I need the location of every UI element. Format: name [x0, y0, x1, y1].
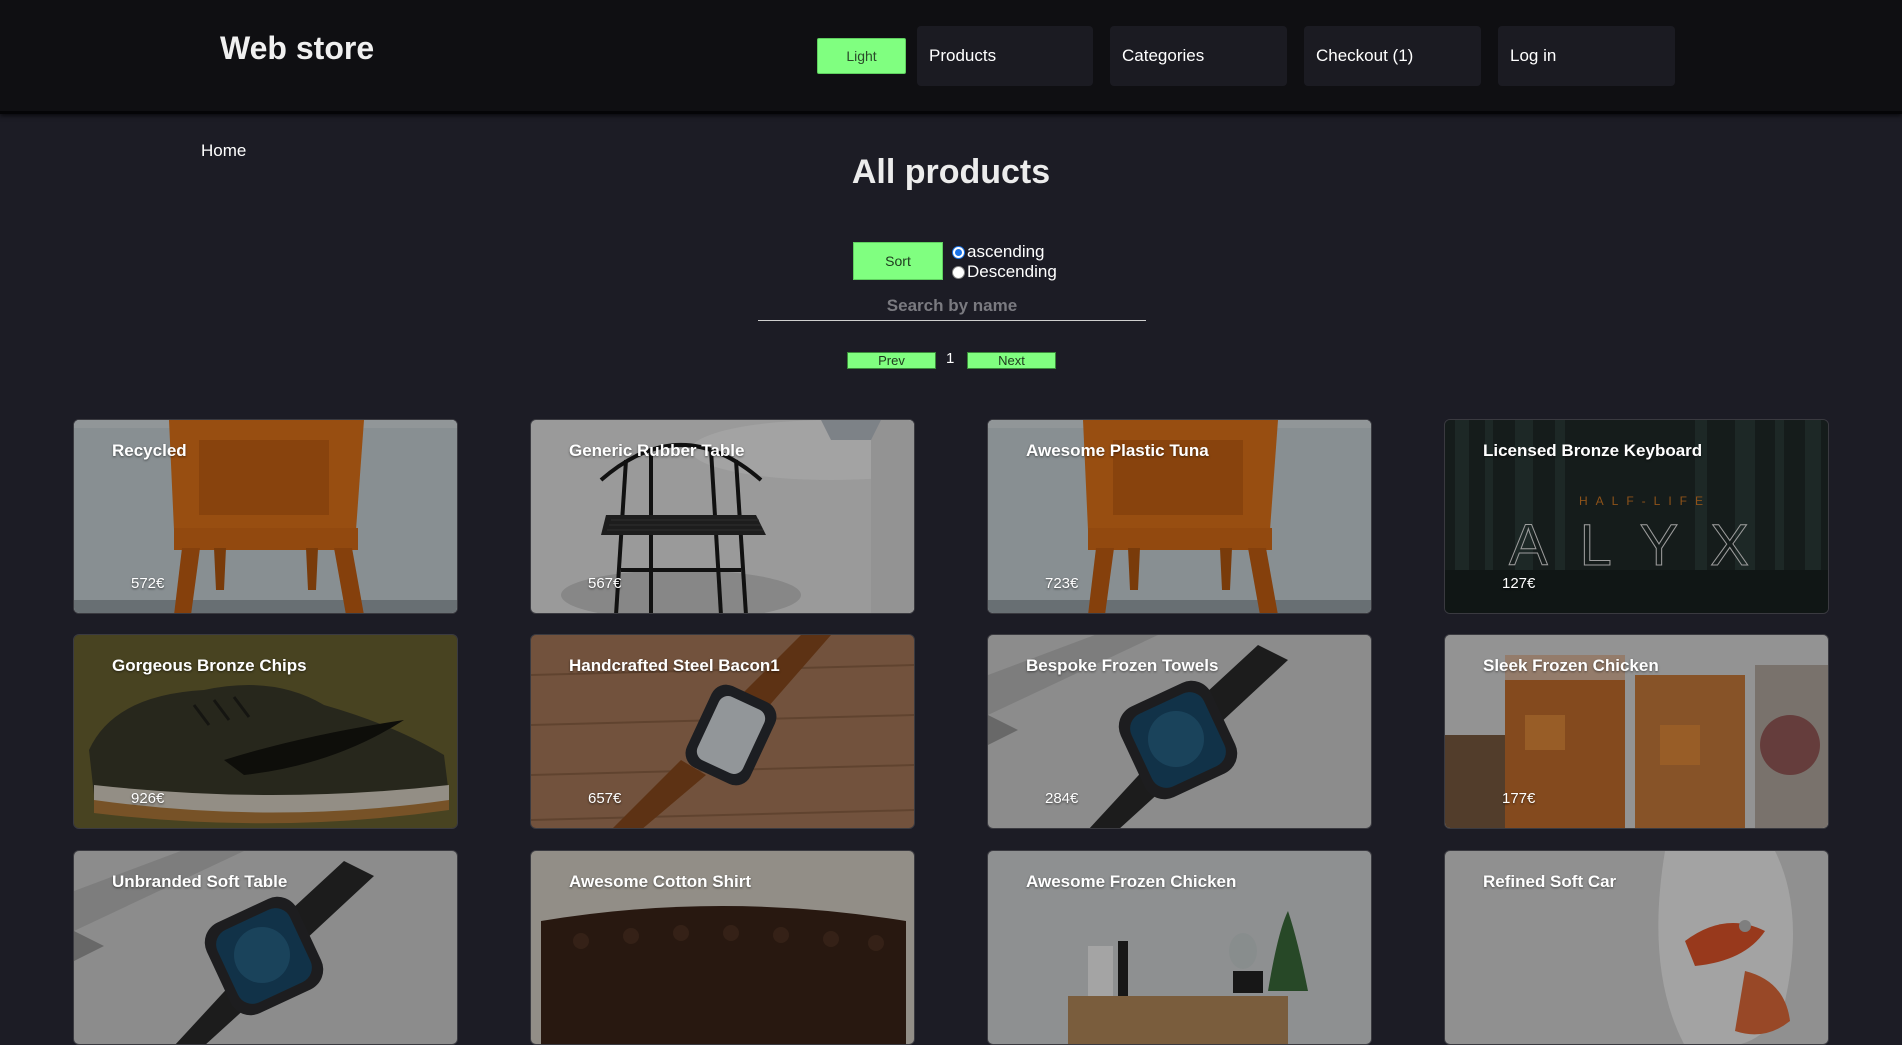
- product-name: Awesome Cotton Shirt: [569, 872, 751, 891]
- page-number: 1: [946, 350, 955, 367]
- product-name: Gorgeous Bronze Chips: [112, 656, 307, 675]
- sort-ascending-option[interactable]: ascending: [952, 242, 1045, 262]
- product-card[interactable]: Awesome Cotton Shirt: [530, 850, 915, 1045]
- product-name: Handcrafted Steel Bacon1: [569, 656, 780, 675]
- product-price: 127€: [1502, 575, 1536, 592]
- product-card[interactable]: Awesome Plastic Tuna 723€: [987, 419, 1372, 614]
- product-name: Unbranded Soft Table: [112, 872, 288, 891]
- product-card[interactable]: Refined Soft Car: [1444, 850, 1829, 1045]
- nav-login[interactable]: Log in: [1498, 26, 1675, 86]
- nav-checkout[interactable]: Checkout (1): [1304, 26, 1481, 86]
- ascending-radio[interactable]: [952, 245, 965, 259]
- product-price: 567€: [588, 575, 622, 592]
- ascending-label: ascending: [967, 242, 1045, 261]
- product-name: Sleek Frozen Chicken: [1483, 656, 1659, 675]
- product-name: Refined Soft Car: [1483, 872, 1617, 891]
- product-card[interactable]: Gorgeous Bronze Chips 926€: [73, 634, 458, 829]
- product-card[interactable]: Generic Rubber Table 567€: [530, 419, 915, 614]
- product-name: Awesome Plastic Tuna: [1026, 441, 1209, 460]
- product-price: 177€: [1502, 790, 1536, 807]
- descending-radio[interactable]: [952, 265, 965, 279]
- product-price: 926€: [131, 790, 165, 807]
- product-card[interactable]: HALF-LIFE ALYX Licensed Bronze Keyboard 1…: [1444, 419, 1829, 614]
- product-price: 657€: [588, 790, 622, 807]
- product-card[interactable]: Handcrafted Steel Bacon1 657€: [530, 634, 915, 829]
- descending-label: Descending: [967, 262, 1057, 281]
- product-card[interactable]: Sleek Frozen Chicken 177€: [1444, 634, 1829, 829]
- product-card[interactable]: Recycled 572€: [73, 419, 458, 614]
- site-header: Web store Light Products Categories Chec…: [0, 0, 1902, 114]
- nav-categories[interactable]: Categories: [1110, 26, 1287, 86]
- product-name: Generic Rubber Table: [569, 441, 745, 460]
- product-name: Licensed Bronze Keyboard: [1483, 441, 1703, 460]
- product-price: 284€: [1045, 790, 1079, 807]
- product-name: Recycled: [112, 441, 187, 460]
- product-name: Awesome Frozen Chicken: [1026, 872, 1237, 891]
- product-card[interactable]: Awesome Frozen Chicken: [987, 850, 1372, 1045]
- product-card[interactable]: Bespoke Frozen Towels 284€: [987, 634, 1372, 829]
- theme-toggle-button[interactable]: Light: [817, 38, 906, 74]
- site-logo[interactable]: Web store: [220, 30, 374, 67]
- nav-products[interactable]: Products: [917, 26, 1093, 86]
- product-price: 723€: [1045, 575, 1079, 592]
- next-page-button[interactable]: Next: [967, 352, 1056, 369]
- product-card[interactable]: Unbranded Soft Table: [73, 850, 458, 1045]
- prev-page-button[interactable]: Prev: [847, 352, 936, 369]
- product-name: Bespoke Frozen Towels: [1026, 656, 1219, 675]
- page-title: All products: [851, 153, 1051, 191]
- sort-descending-option[interactable]: Descending: [952, 262, 1057, 282]
- sort-button[interactable]: Sort: [853, 242, 943, 280]
- search-input[interactable]: [758, 291, 1146, 321]
- product-price: 572€: [131, 575, 165, 592]
